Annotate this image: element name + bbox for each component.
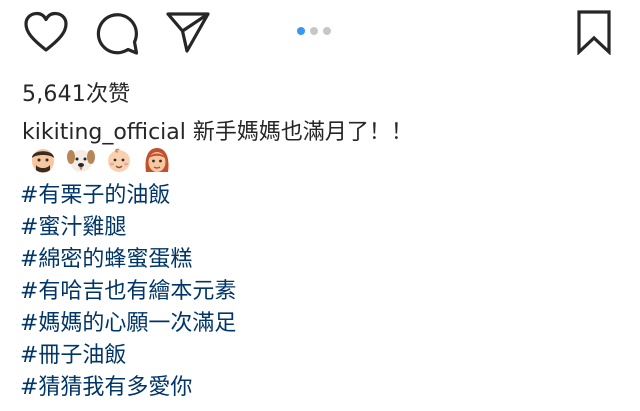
like-button[interactable] xyxy=(22,10,70,54)
likes-count[interactable]: 5,641次赞 xyxy=(22,76,130,108)
carousel-dot-active xyxy=(297,27,305,35)
man-face-emoji-icon xyxy=(32,149,54,173)
hashtag-list: #有栗子的油飯 #蜜汁雞腿 #綿密的蜂蜜蛋糕 #有哈吉也有繪本元素 #媽媽的心願… xyxy=(20,180,236,404)
heart-icon xyxy=(24,11,68,52)
post-action-bar xyxy=(0,0,640,70)
paper-plane-icon xyxy=(166,12,210,53)
caption-text: 新手媽媽也滿月了！！ xyxy=(192,120,413,145)
hashtag-link[interactable]: #蜜汁雞腿 xyxy=(20,212,236,244)
username-link[interactable]: kikiting_official xyxy=(22,120,186,145)
save-button[interactable] xyxy=(572,8,616,56)
dog-face-emoji-icon xyxy=(67,150,95,172)
carousel-dot xyxy=(323,27,331,35)
hashtag-link[interactable]: #媽媽的心願一次滿足 xyxy=(20,308,236,340)
caption-emoji-row xyxy=(28,146,172,174)
baby-face-emoji-icon xyxy=(108,148,130,172)
comment-button[interactable] xyxy=(94,10,142,58)
comment-bubble-icon xyxy=(96,13,139,55)
carousel-indicator xyxy=(297,27,331,35)
hashtag-link[interactable]: #有栗子的油飯 xyxy=(20,180,236,212)
bookmark-icon xyxy=(577,10,611,55)
share-button[interactable] xyxy=(164,10,212,54)
post-caption: kikiting_official 新手媽媽也滿月了！！ xyxy=(22,114,413,146)
hashtag-link[interactable]: #冊子油飯 xyxy=(20,340,236,372)
hashtag-link[interactable]: #綿密的蜂蜜蛋糕 xyxy=(20,244,236,276)
woman-face-emoji-icon xyxy=(145,148,169,172)
hashtag-link[interactable]: #有哈吉也有繪本元素 xyxy=(20,276,236,308)
hashtag-link[interactable]: #猜猜我有多愛你 xyxy=(20,372,236,404)
carousel-dot xyxy=(310,27,318,35)
